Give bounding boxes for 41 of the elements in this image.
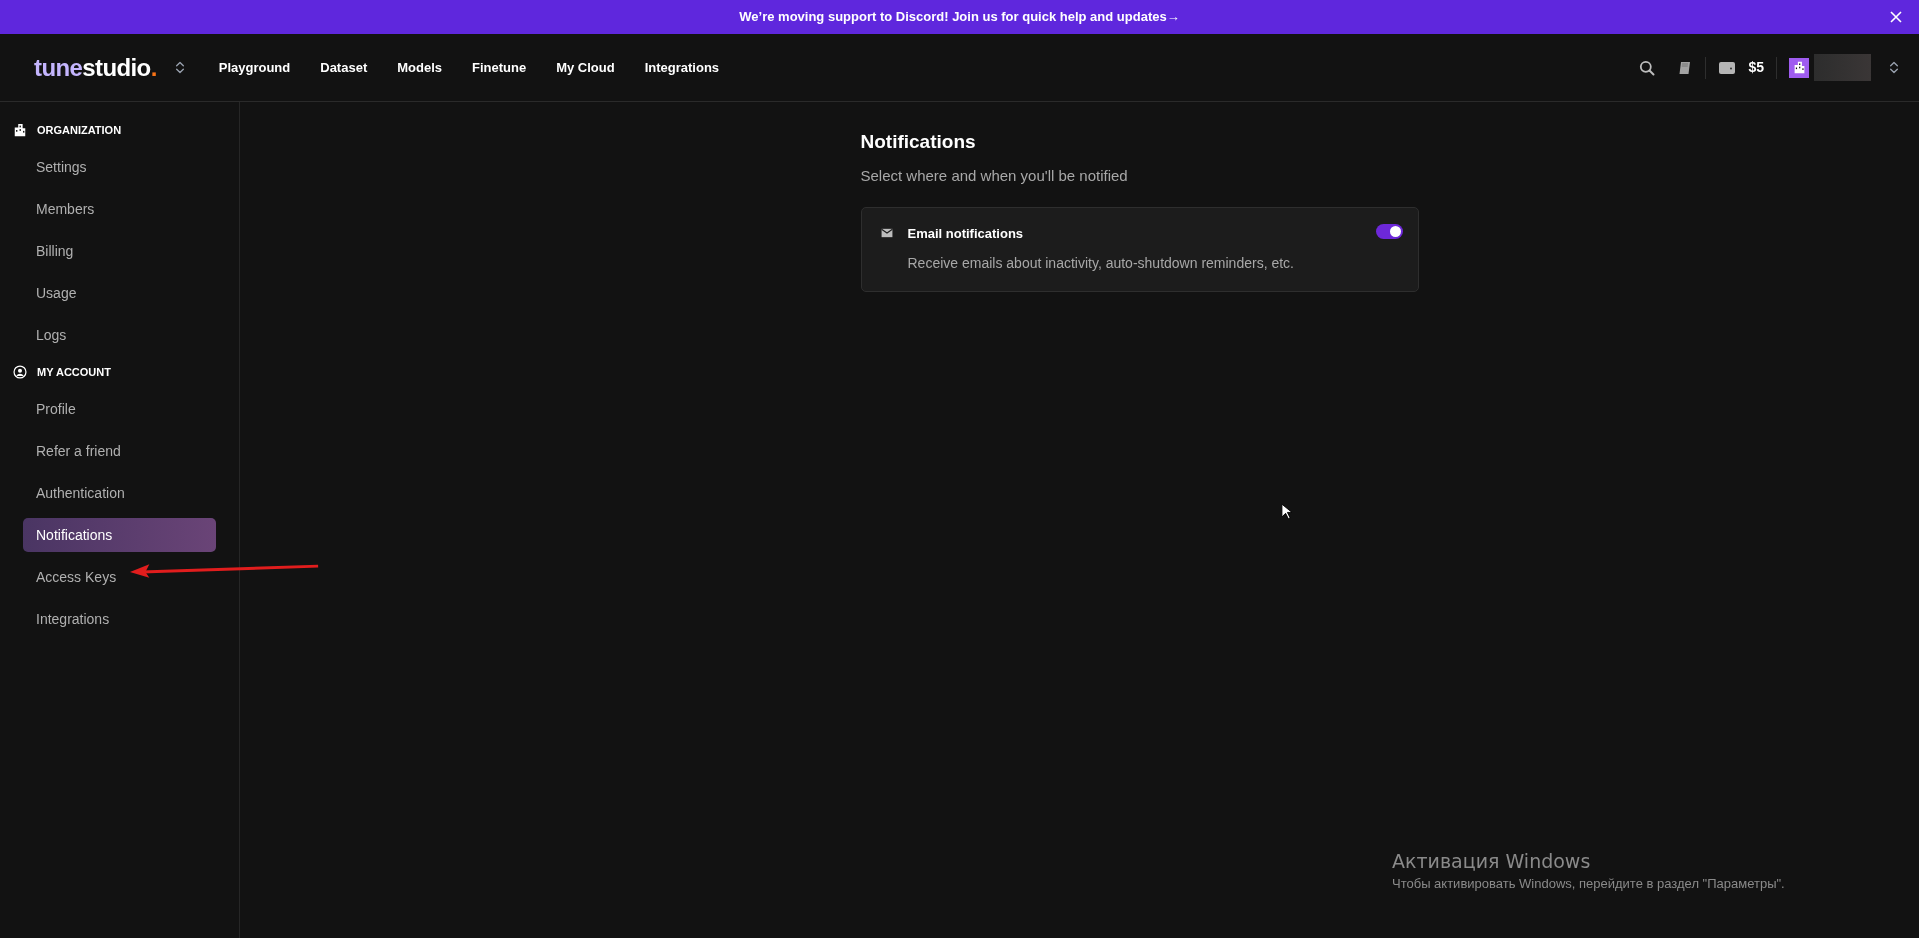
close-icon [1890, 11, 1902, 23]
setting-title: Email notifications [907, 225, 1025, 243]
nav-link[interactable]: Integrations [644, 57, 720, 78]
nav-link[interactable]: My Cloud [556, 57, 615, 78]
user-circle-icon [13, 365, 27, 379]
name-placeholder [1814, 54, 1871, 81]
section-heading: MY ACCOUNT [37, 364, 111, 380]
nav-link[interactable]: Dataset [320, 57, 368, 78]
sidebar-item[interactable]: Access Keys [23, 560, 216, 594]
building-icon [13, 123, 27, 137]
sidebar-item[interactable]: Refer a friend [23, 434, 216, 468]
sidebar-item[interactable]: Settings [23, 150, 216, 184]
sidebar-item[interactable]: Integrations [23, 602, 216, 636]
activation-text: Чтобы активировать Windows, перейдите в раздел "Параметры". [1392, 874, 1785, 893]
page-title: Notifications [860, 130, 977, 154]
sidebar-item[interactable]: Members [23, 192, 216, 226]
balance-amount: $5 [1748, 58, 1764, 77]
workspace-switcher-icon[interactable] [174, 60, 185, 75]
sidebar-item[interactable]: Billing [23, 234, 216, 268]
setting-description: Receive emails about inactivity, auto-shutdown reminders, etc. [907, 253, 1295, 273]
sidebar-item[interactable]: Profile [23, 392, 216, 426]
page-subtitle: Select where and when you'll be notified [860, 165, 1129, 186]
logo[interactable]: tunestudio. [34, 55, 157, 80]
activation-title: Активация Windows [1392, 850, 1592, 874]
search-icon[interactable] [1639, 59, 1656, 76]
sidebar-item[interactable]: Notifications [23, 518, 216, 552]
nav-link[interactable]: Finetune [472, 57, 527, 78]
section-heading: ORGANIZATION [37, 122, 122, 138]
toggle-switch[interactable] [1375, 224, 1403, 239]
sidebar-item[interactable]: Authentication [23, 476, 216, 510]
nav-link[interactable]: Models [397, 57, 442, 78]
mouse-cursor-icon [1281, 503, 1292, 520]
nav-link[interactable]: Playground [218, 57, 291, 78]
account-switcher-icon[interactable] [1889, 60, 1899, 75]
sidebar-item[interactable]: Usage [23, 276, 216, 310]
organization-avatar[interactable] [1789, 57, 1809, 78]
wallet-icon[interactable] [1718, 59, 1737, 76]
building-icon [1792, 61, 1806, 74]
mail-icon [880, 228, 893, 238]
sidebar-item[interactable]: Logs [23, 318, 216, 352]
banner-link[interactable]: We’re moving support to Discord! Join us for quick help and updates→ [739, 7, 1180, 27]
